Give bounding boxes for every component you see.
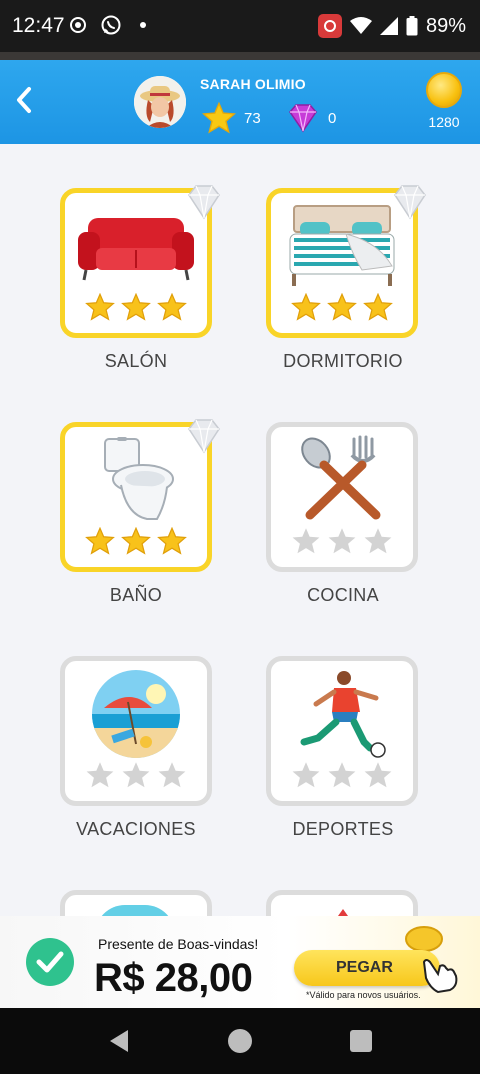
star-empty-icon [364,528,392,554]
category-card-cocina[interactable] [266,422,418,572]
ad-price: R$ 28,00 [94,956,253,1000]
status-right: 89% [317,14,466,38]
gem-icon [289,104,317,133]
star-empty-icon [328,528,356,554]
star-empty-icon [364,762,392,788]
category-card-partial[interactable] [60,890,212,916]
category-card-deportes[interactable] [266,656,418,806]
coin-icon [426,72,462,108]
dot-icon [140,22,146,28]
check-icon [26,938,74,986]
separator-bar [0,52,480,60]
star-rating [271,293,413,321]
toilet-icon [75,435,197,525]
woman-avatar-icon [134,76,186,128]
star-rating [65,761,207,789]
gem-count: 0 [286,102,336,134]
diamond-badge-icon [394,185,426,220]
category-label: DORMITORIO [283,351,403,371]
hand-pointer-icon [422,959,458,994]
coin-count-value: 1280 [428,114,460,130]
chevron-left-icon [17,87,31,113]
category-card-partial[interactable] [266,890,418,916]
nav-home-icon[interactable] [227,1028,253,1054]
coin-balance[interactable]: 1280 [422,72,466,130]
record-icon [70,17,86,33]
category-label: VACACIONES [76,819,196,839]
star-filled-icon [363,293,393,321]
ad-title: Presente de Boas-vindas! [98,936,259,952]
ad-note: *Válido para novos usuários. [306,990,421,1000]
beach-icon [75,669,197,759]
avatar[interactable] [134,76,186,128]
star-filled-icon [121,527,151,555]
navigation-bar [0,1008,480,1074]
profile-header: SARAH OLIMIO 73 0 1280 [0,60,480,144]
diamond-badge-icon [188,419,220,454]
back-button[interactable] [8,80,40,120]
recording-icon [317,14,342,38]
status-bar: 12:47 89% [0,0,480,52]
status-time: 12:47 [12,14,65,37]
gem-count-value: 0 [328,109,337,127]
nav-recents-icon[interactable] [348,1028,374,1054]
star-empty-icon [292,528,320,554]
star-empty-icon [86,762,114,788]
star-icon [202,102,236,134]
star-rating [271,527,413,555]
category-label: DEPORTES [292,819,394,839]
fork-spoon-icon [281,435,403,525]
diamond-badge-icon [188,185,220,220]
star-filled-icon [327,293,357,321]
star-rating [271,761,413,789]
user-name: SARAH OLIMIO [200,76,306,92]
star-rating [65,293,207,321]
star-rating [65,527,207,555]
star-empty-icon [292,762,320,788]
category-card-vacaciones[interactable] [60,656,212,806]
star-filled-icon [85,293,115,321]
star-count: 73 [202,102,261,134]
star-filled-icon [157,527,187,555]
battery-icon [406,16,418,36]
category-label: SALÓN [104,351,168,371]
wifi-icon [349,17,372,34]
star-empty-icon [158,762,186,788]
signal-icon [379,17,398,35]
whatsapp-icon [101,15,121,35]
soccer-player-icon [281,669,403,759]
pegar-button-label: PEGAR [336,959,393,976]
ad-banner[interactable]: Presente de Boas-vindas! R$ 28,00 PEGAR … [0,916,480,1008]
partial-illustration [95,905,175,916]
star-filled-icon [157,293,187,321]
partial-illustration [338,909,348,916]
sofa-icon [75,201,197,291]
star-count-value: 73 [244,109,261,127]
star-filled-icon [291,293,321,321]
star-filled-icon [85,527,115,555]
category-label: BAÑO [109,585,163,605]
battery-percent: 89% [425,14,466,37]
status-left-icons [68,14,146,36]
category-label: COCINA [307,585,379,605]
star-empty-icon [122,762,150,788]
star-empty-icon [328,762,356,788]
category-grid: SALÓN DORMITORIO BAÑO COCINA VACACIONES … [0,144,480,916]
bed-icon [281,201,403,291]
star-filled-icon [121,293,151,321]
nav-back-icon[interactable] [106,1028,132,1054]
